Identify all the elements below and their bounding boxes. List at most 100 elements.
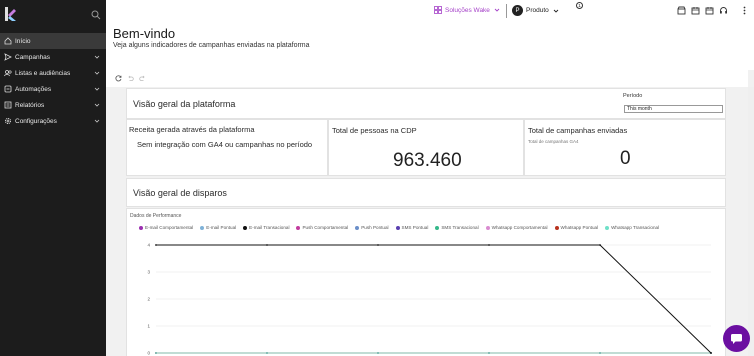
- campaigns-subtitle: Total de campanhas GA4: [528, 139, 579, 144]
- search-icon[interactable]: [91, 10, 101, 20]
- chat-button[interactable]: [723, 325, 750, 352]
- y-tick-label: 0: [147, 351, 150, 356]
- page-subtitle: Veja alguns indicadores de campanhas env…: [113, 42, 310, 49]
- legend-item[interactable]: Whatsapp Pontual: [554, 225, 599, 230]
- data-point[interactable]: [488, 244, 490, 246]
- refresh-icon[interactable]: [115, 75, 122, 82]
- divider: [506, 4, 507, 18]
- sidebar-item-automacoes[interactable]: Automações: [0, 81, 106, 97]
- legend-label: E-mail Transacional: [249, 225, 290, 230]
- sidebar-item-configuracoes[interactable]: Configurações: [0, 113, 106, 129]
- y-tick-label: 3: [147, 270, 150, 275]
- legend-item[interactable]: E-mail Pontual: [200, 225, 236, 230]
- chevron-down-icon[interactable]: [94, 86, 100, 92]
- users-icon: [4, 70, 12, 77]
- redo-icon[interactable]: [139, 75, 146, 82]
- data-point[interactable]: [488, 352, 490, 354]
- data-point[interactable]: [155, 352, 157, 354]
- dispatch-title: Visão geral de disparos: [133, 188, 227, 198]
- legend-swatch: [200, 225, 205, 230]
- chevron-down-icon[interactable]: [94, 102, 100, 108]
- legend-swatch: [554, 225, 559, 230]
- store-icon[interactable]: [677, 6, 686, 15]
- legend-swatch: [355, 225, 360, 230]
- calendar-check-icon[interactable]: [705, 6, 714, 15]
- sidebar-item-campanhas[interactable]: Campanhas: [0, 49, 106, 65]
- scrollbar[interactable]: [748, 87, 754, 356]
- sidebar-item-label: Relatórios: [15, 101, 45, 109]
- sidebar-item-inicio[interactable]: Início: [0, 33, 106, 49]
- overview-card: Visão geral da plataforma Período This m…: [126, 88, 726, 119]
- apps-grid-icon: [434, 6, 442, 14]
- dispatch-card: Visão geral de disparos: [126, 178, 726, 207]
- sidebar-item-label: Início: [15, 37, 31, 45]
- legend-label: SMS Pontual: [401, 225, 429, 230]
- calendar-icon[interactable]: [691, 6, 700, 15]
- product-menu[interactable]: P Produto: [512, 5, 559, 16]
- sidebar-item-relatorios[interactable]: Relatórios: [0, 97, 106, 113]
- legend-swatch: [605, 225, 610, 230]
- legend-item[interactable]: Push Comportamental: [296, 225, 348, 230]
- chevron-down-icon[interactable]: [94, 70, 100, 76]
- data-point[interactable]: [710, 352, 712, 354]
- legend-item[interactable]: E-mail Comportamental: [139, 225, 193, 230]
- sidebar-item-label: Campanhas: [15, 53, 51, 61]
- chevron-down-icon: [553, 9, 559, 13]
- dashboard-toolbar: [106, 70, 748, 87]
- more-vertical-icon[interactable]: [740, 6, 749, 15]
- legend-item[interactable]: Whatsapp Transacional: [605, 225, 659, 230]
- revenue-card: Receita gerada através da plataforma Sem…: [126, 119, 328, 176]
- data-point[interactable]: [155, 244, 157, 246]
- solutions-label: Soluções Wake: [445, 6, 490, 14]
- legend-swatch: [243, 225, 248, 230]
- undo-icon[interactable]: [127, 75, 134, 82]
- data-point[interactable]: [377, 352, 379, 354]
- y-tick-label: 1: [147, 324, 150, 329]
- legend-item[interactable]: SMS Pontual: [395, 225, 429, 230]
- legend-label: E-mail Comportamental: [145, 225, 194, 230]
- legend-item[interactable]: Whatsapp Comportamental: [485, 225, 548, 230]
- data-point[interactable]: [266, 244, 268, 246]
- notification-badge: 1: [576, 2, 583, 9]
- logo-icon[interactable]: [5, 7, 17, 21]
- legend-swatch: [485, 225, 490, 230]
- revenue-title: Receita gerada através da plataforma: [129, 125, 255, 134]
- period-label: Período: [623, 93, 643, 99]
- send-icon: [4, 53, 12, 61]
- overview-title: Visão geral da plataforma: [133, 99, 236, 109]
- cdp-title: Total de pessoas na CDP: [332, 126, 417, 135]
- home-icon: [4, 37, 12, 45]
- legend-swatch: [395, 225, 400, 230]
- legend-item[interactable]: E-mail Transacional: [243, 225, 289, 230]
- solutions-menu[interactable]: Soluções Wake: [434, 6, 500, 14]
- legend-swatch: [435, 225, 440, 230]
- chevron-down-icon[interactable]: [94, 54, 100, 60]
- legend-item[interactable]: SMS Transacional: [435, 225, 479, 230]
- data-point[interactable]: [266, 352, 268, 354]
- chevron-down-icon[interactable]: [94, 118, 100, 124]
- headset-icon[interactable]: [719, 6, 728, 15]
- legend-item[interactable]: Push Pontual: [355, 225, 389, 230]
- sidebar-item-label: Listas e audiências: [15, 69, 71, 77]
- legend-swatch: [296, 225, 301, 230]
- sidebar: Início Campanhas Listas e audiências Aut…: [0, 0, 106, 356]
- chat-icon: [731, 333, 742, 344]
- data-point[interactable]: [599, 352, 601, 354]
- cdp-card: Total de pessoas na CDP 963.460: [328, 119, 524, 176]
- y-tick-label: 2: [147, 297, 150, 302]
- page-title: Bem-vindo: [113, 26, 176, 41]
- data-point[interactable]: [377, 244, 379, 246]
- data-point[interactable]: [599, 244, 601, 246]
- gear-icon: [4, 117, 12, 125]
- chart-legend: E-mail Comportamental E-mail Pontual E-mai…: [139, 225, 659, 230]
- legend-label: Whatsapp Pontual: [560, 225, 599, 230]
- sidebar-item-label: Configurações: [15, 117, 57, 125]
- campaigns-card: Total de campanhas enviadas Total de cam…: [524, 119, 726, 176]
- cdp-value: 963.460: [393, 150, 462, 171]
- legend-label: Push Comportamental: [302, 225, 349, 230]
- product-label: Produto: [526, 7, 549, 14]
- period-select[interactable]: This month: [624, 105, 723, 113]
- sidebar-item-listas[interactable]: Listas e audiências: [0, 65, 106, 81]
- chevron-down-icon: [494, 8, 500, 12]
- report-icon: [4, 101, 12, 109]
